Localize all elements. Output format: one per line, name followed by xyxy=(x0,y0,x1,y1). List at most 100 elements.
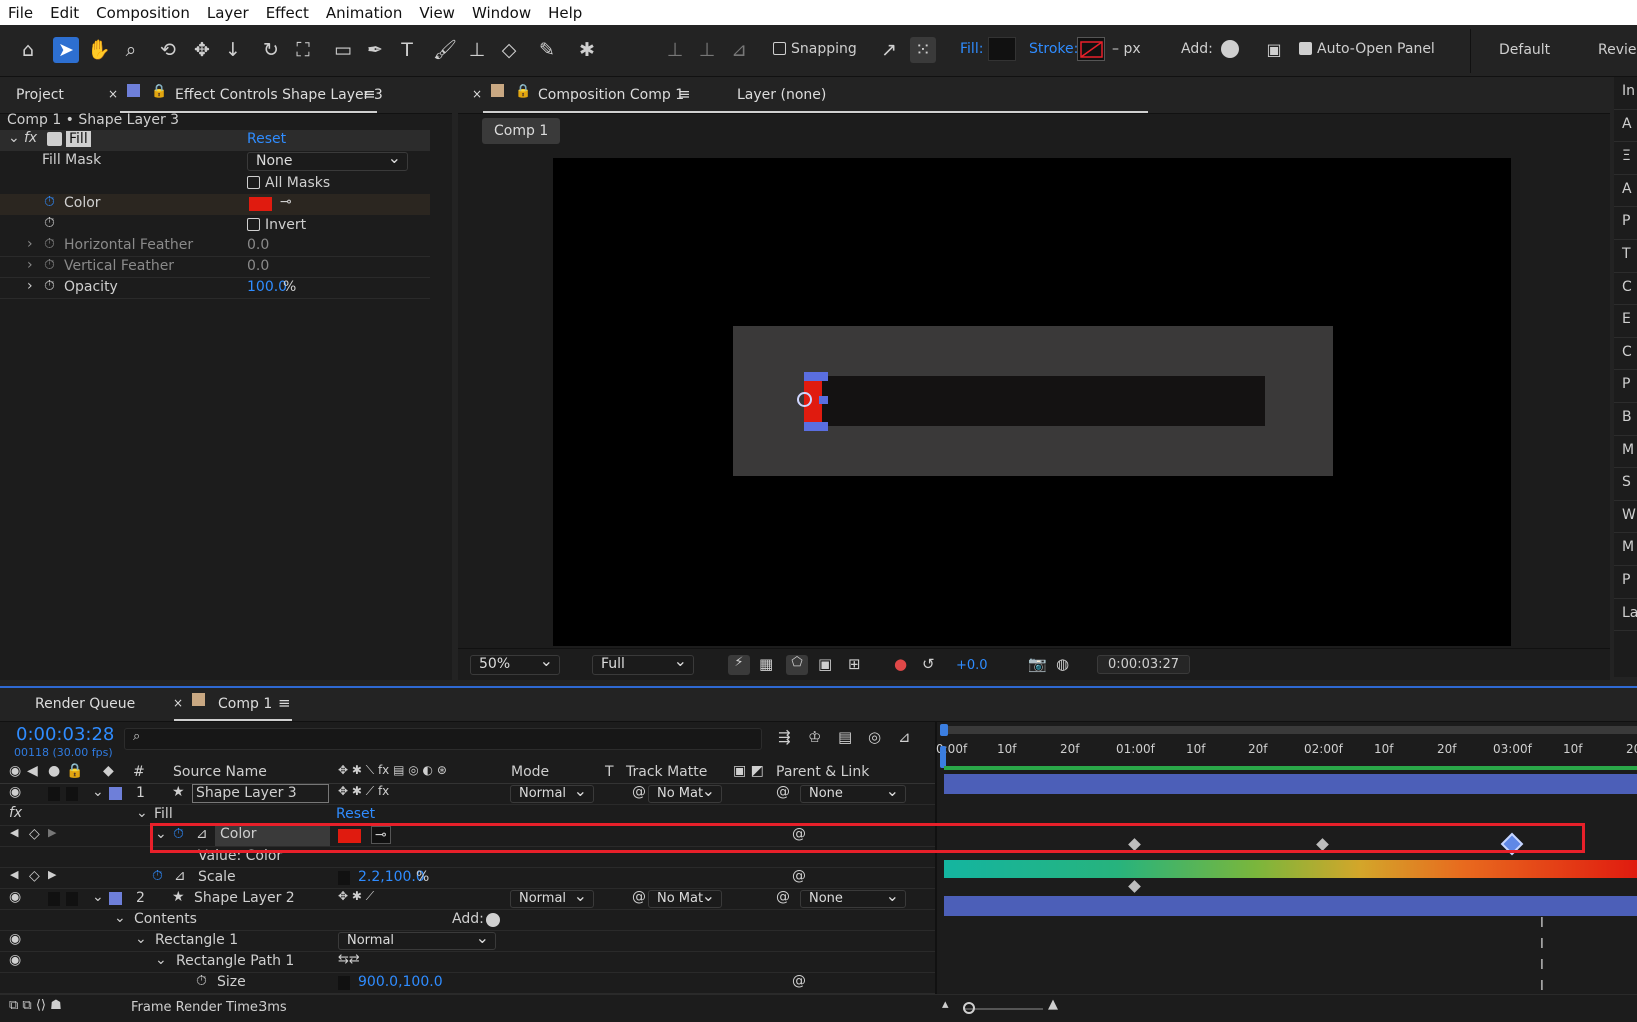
chevron-down-icon[interactable]: ⌄ xyxy=(135,931,147,947)
frame-blending-icon[interactable]: ▤ xyxy=(838,728,852,746)
rectangle-path-label[interactable]: Rectangle Path 1 xyxy=(176,953,294,969)
comp-canvas[interactable] xyxy=(553,158,1511,646)
workspace-review[interactable]: Review xyxy=(1598,42,1637,58)
add-keyframe-icon[interactable]: ◇ xyxy=(29,826,40,842)
next-keyframe-icon[interactable]: ▶ xyxy=(48,826,56,839)
zoom-slider-handle[interactable] xyxy=(963,1002,975,1014)
panel-tab-a[interactable]: A xyxy=(1614,175,1637,208)
menu-layer[interactable]: Layer xyxy=(207,4,249,22)
menu-composition[interactable]: Composition xyxy=(96,4,190,22)
rectangle-1-label[interactable]: Rectangle 1 xyxy=(155,932,238,948)
roto-brush-icon[interactable]: ✎ xyxy=(534,37,560,63)
stamp-tool-icon[interactable]: ⊥ xyxy=(464,37,490,63)
zoom-dropdown[interactable]: 50% xyxy=(470,651,560,675)
channels-icon[interactable]: ● xyxy=(894,655,907,673)
col-source-name[interactable]: Source Name xyxy=(173,764,267,780)
panel-tab-p2[interactable]: P xyxy=(1614,370,1637,403)
contents-row[interactable]: ⌄ Contents Add: xyxy=(0,910,935,931)
layer-name[interactable]: Shape Layer 2 xyxy=(194,890,295,906)
axis-view-icon[interactable]: ⊿ xyxy=(726,37,752,63)
layer-row-2[interactable]: ◉ ⌄ 2 ★ Shape Layer 2 ✥ ✱ ⟋ Normal @ No … xyxy=(0,886,935,910)
rectangle-tool-icon[interactable]: ▭ xyxy=(330,37,356,63)
expression-pickwhip-icon[interactable]: @ xyxy=(792,973,806,989)
show-snapshot-icon[interactable]: ◍ xyxy=(1056,655,1069,673)
current-time-indicator[interactable] xyxy=(940,746,946,768)
layer-name[interactable]: Shape Layer 3 xyxy=(192,784,329,803)
add-keyframe-icon[interactable]: ◇ xyxy=(29,868,40,884)
snap-grid-icon[interactable]: ⁙ xyxy=(910,37,936,63)
workspace-default[interactable]: Default xyxy=(1499,42,1550,58)
panel-tab-m2[interactable]: M xyxy=(1614,533,1637,566)
panel-tab-audio[interactable]: A xyxy=(1614,110,1637,143)
snapping-checkbox[interactable]: Snapping xyxy=(773,41,857,57)
visibility-eye-icon[interactable]: ◉ xyxy=(9,784,21,800)
layer-switches[interactable]: ✥ ✱ ⟋ xyxy=(338,889,374,904)
snapshot-icon[interactable]: 📷 xyxy=(1028,655,1047,673)
parent-pickwhip-icon[interactable]: @ xyxy=(776,784,790,800)
auto-open-panel-checkbox[interactable]: Auto-Open Panel xyxy=(1299,41,1435,57)
anchor-tool-icon[interactable]: ⛶ xyxy=(290,37,316,63)
grid-guides-icon[interactable]: ⊞ xyxy=(848,655,861,673)
scale-value[interactable]: 2.2,100.0 xyxy=(358,869,425,885)
panel-menu-icon[interactable]: ≡ xyxy=(278,694,291,712)
zoom-tool-icon[interactable]: ⌕ xyxy=(118,37,144,63)
menu-help[interactable]: Help xyxy=(548,4,582,22)
keyframe[interactable] xyxy=(1128,880,1141,893)
panel-menu-icon[interactable]: ≡ xyxy=(363,85,376,103)
layer-switches[interactable]: ✥ ✱ ⟋ fx xyxy=(338,784,389,799)
blend-mode-dropdown[interactable]: Normal xyxy=(510,781,594,803)
fx-icon[interactable]: fx xyxy=(24,130,37,146)
zoom-out-icon[interactable]: ▴ xyxy=(942,997,949,1012)
rectangle-blend-dropdown[interactable]: Normal xyxy=(338,928,496,950)
comp-flowchart-icon[interactable]: ⇶ xyxy=(778,728,791,746)
stroke-swatch[interactable] xyxy=(1077,37,1105,61)
panel-tab-e[interactable]: E xyxy=(1614,305,1637,338)
chevron-right-icon[interactable]: › xyxy=(27,278,33,294)
hand-tool-icon[interactable]: ✋ xyxy=(86,37,112,63)
panel-tab-c[interactable]: C xyxy=(1614,273,1637,306)
home-icon[interactable]: ⌂ xyxy=(15,37,41,63)
effect-fill-row[interactable]: ⌄ fx Fill Reset xyxy=(0,130,430,151)
dolly-tool-icon[interactable]: ↓ xyxy=(220,37,246,63)
panel-tab-align[interactable]: Ξ xyxy=(1614,142,1637,175)
constrain-proportions-icon[interactable] xyxy=(338,871,350,885)
panel-tab-s[interactable]: S xyxy=(1614,468,1637,501)
lock-switch[interactable] xyxy=(66,892,78,906)
tab-composition[interactable]: Composition Comp 1 xyxy=(538,87,684,103)
all-masks-checkbox[interactable]: All Masks xyxy=(247,175,330,191)
close-tab-icon[interactable]: × xyxy=(173,696,183,710)
timeline-zoom-slider[interactable] xyxy=(963,1008,1043,1010)
menu-window[interactable]: Window xyxy=(472,4,531,22)
lock-icon[interactable]: 🔒 xyxy=(151,84,167,99)
eyedropper-icon[interactable]: ⊸ xyxy=(280,194,292,210)
timeline-track-area[interactable]: 0:00f 10f 20f 01:00f 10f 20f 02:00f 10f … xyxy=(936,724,1637,994)
chevron-down-icon[interactable]: ⌄ xyxy=(92,889,104,905)
vertical-feather-value[interactable]: 0.0 xyxy=(247,258,269,274)
snap-edges-icon[interactable]: ↗ xyxy=(876,37,902,63)
panel-tab-b[interactable]: B xyxy=(1614,403,1637,436)
add-shape-icon[interactable] xyxy=(486,913,500,927)
panel-tab-m[interactable]: M xyxy=(1614,436,1637,469)
layer-2-bar[interactable] xyxy=(944,896,1637,916)
fill-label[interactable]: Fill: xyxy=(960,41,983,57)
pan-tool-icon[interactable]: ✥ xyxy=(189,37,215,63)
stopwatch-icon[interactable]: ⏱ xyxy=(44,257,55,273)
track-matte-dropdown[interactable]: No Mat xyxy=(648,781,722,803)
pen-tool-icon[interactable]: ✒ xyxy=(362,37,388,63)
panel-tab-p[interactable]: P xyxy=(1614,207,1637,240)
parent-pickwhip-icon[interactable]: @ xyxy=(776,889,790,905)
parent-dropdown[interactable]: None xyxy=(800,886,906,908)
chevron-down-icon[interactable]: ⌄ xyxy=(155,952,167,968)
blend-mode-dropdown[interactable]: Normal xyxy=(510,886,594,908)
track-matte-dropdown[interactable]: No Mat xyxy=(648,886,722,908)
reset-link[interactable]: Reset xyxy=(336,806,375,822)
chevron-down-icon[interactable]: ⌄ xyxy=(114,910,126,926)
axis-world-icon[interactable]: ⊥ xyxy=(694,37,720,63)
invert-checkbox[interactable]: Invert xyxy=(247,217,306,233)
brush-tool-icon[interactable]: 🖌 xyxy=(432,37,458,63)
close-tab-icon[interactable]: × xyxy=(472,87,482,101)
prev-keyframe-icon[interactable]: ◀ xyxy=(10,868,18,881)
stopwatch-active-icon[interactable]: ⏱ xyxy=(152,868,163,884)
layer-label-color[interactable] xyxy=(109,787,122,800)
panel-icon[interactable]: ▣ xyxy=(1261,37,1287,63)
